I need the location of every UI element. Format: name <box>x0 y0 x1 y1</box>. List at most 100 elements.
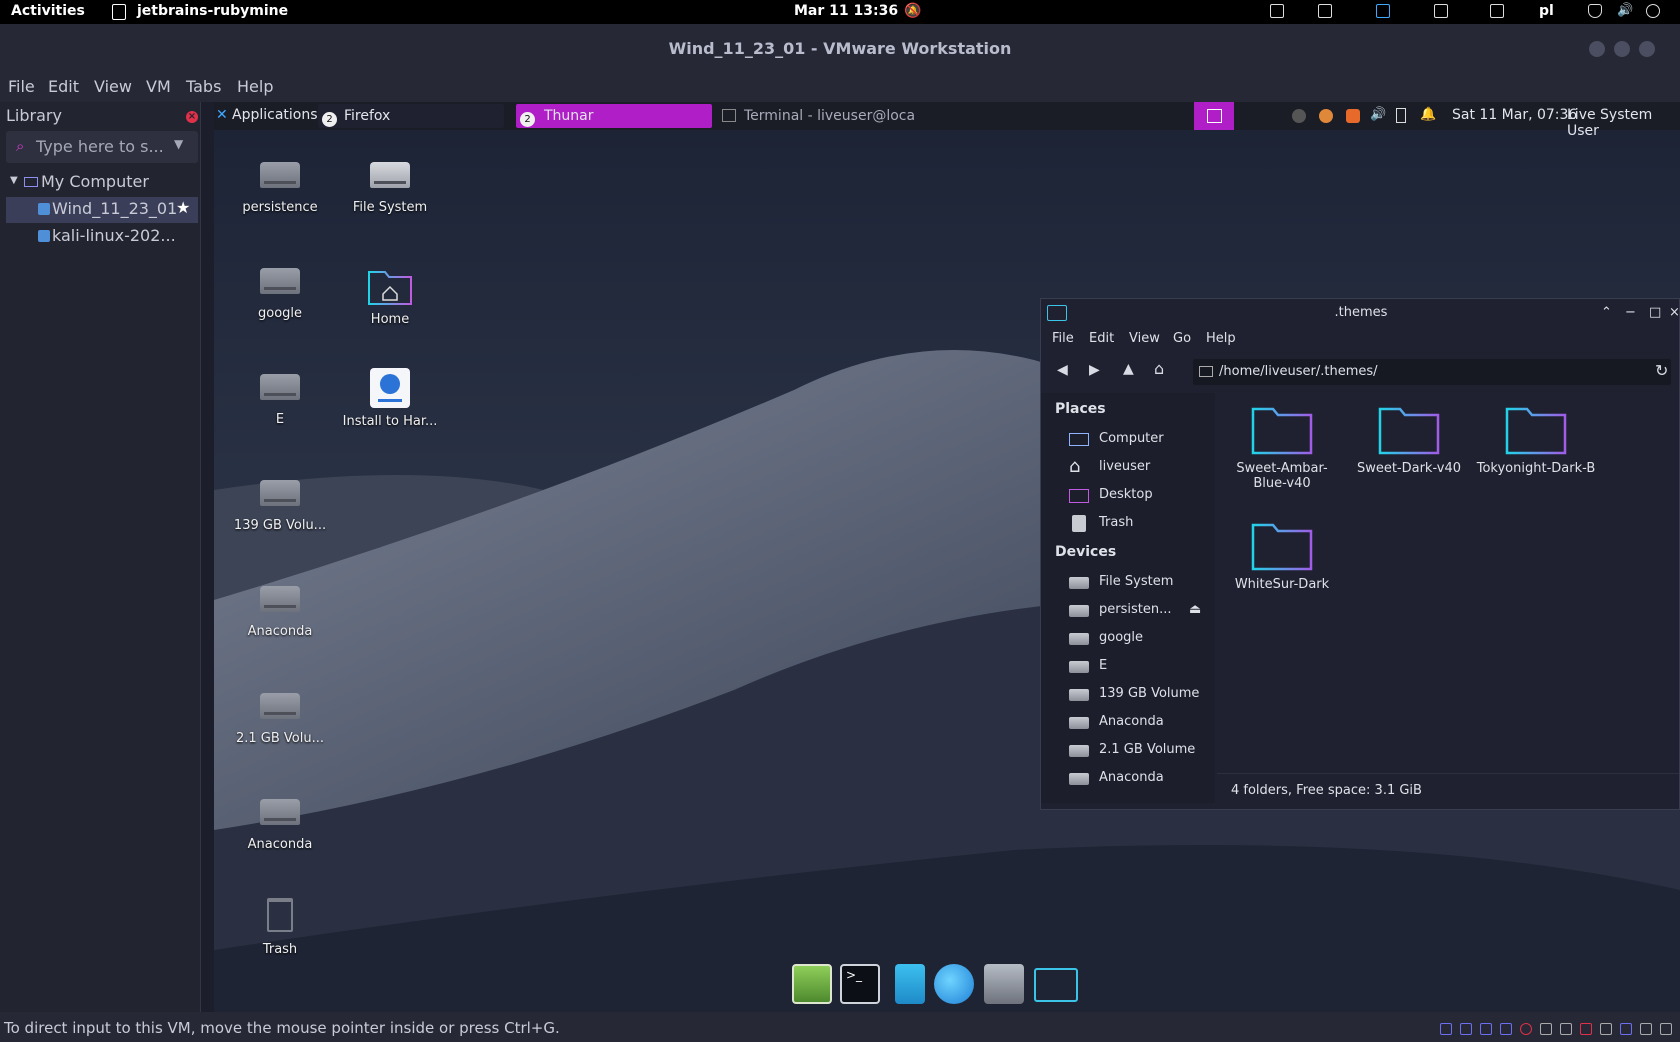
terminal-dock-icon[interactable]: >_ <box>840 964 880 1004</box>
menu-file[interactable]: File <box>1052 331 1074 346</box>
network-icon[interactable] <box>1292 109 1306 123</box>
external-link-icon[interactable] <box>1434 4 1448 18</box>
place-trash[interactable]: Trash <box>1069 511 1213 535</box>
files-indicator-icon[interactable] <box>1270 4 1284 18</box>
menu-file[interactable]: File <box>8 77 35 96</box>
volume-icon[interactable]: 🔊 <box>1617 3 1633 18</box>
device-anaconda[interactable]: Anaconda <box>1069 710 1213 734</box>
clipboard-indicator-icon[interactable] <box>1318 4 1332 18</box>
focused-app-menu[interactable]: jetbrains-rubymine <box>137 3 288 19</box>
taskbar-firefox[interactable]: 2 Firefox <box>318 104 504 128</box>
shade-button[interactable]: ⌃ <box>1601 299 1612 327</box>
keyboard-layout-indicator[interactable]: pl <box>1539 3 1554 19</box>
battery-icon[interactable] <box>1396 108 1406 123</box>
desktop-icon-anaconda-2[interactable]: Anaconda <box>230 799 330 852</box>
device-icon[interactable] <box>1480 1023 1492 1035</box>
menu-go[interactable]: Go <box>1173 331 1191 346</box>
folder-whitesur[interactable]: WhiteSur-Dark <box>1217 521 1347 592</box>
back-icon[interactable]: ◀ <box>1057 362 1068 378</box>
desktop-icon-139gb[interactable]: 139 GB Volu... <box>230 480 330 533</box>
top-bar-clock[interactable]: Mar 11 13:36 <box>794 3 898 19</box>
home-icon[interactable]: ⌂ <box>1154 359 1164 378</box>
device-icon[interactable] <box>1520 1023 1532 1035</box>
menu-tabs[interactable]: Tabs <box>186 77 221 96</box>
place-computer[interactable]: Computer <box>1069 427 1213 451</box>
shield-icon[interactable] <box>1588 4 1602 18</box>
browser-dock-icon[interactable] <box>934 964 974 1004</box>
thunar-title-bar[interactable]: .themes ⌃ − □ × <box>1041 299 1679 327</box>
minimize-button[interactable]: − <box>1625 299 1636 327</box>
device-google[interactable]: google <box>1069 626 1213 650</box>
taskbar-thunar[interactable]: 2 Thunar <box>516 104 712 128</box>
bell-icon[interactable]: 🔔 <box>1420 107 1436 122</box>
star-icon[interactable]: ★ <box>176 198 190 217</box>
menu-edit[interactable]: Edit <box>48 77 79 96</box>
folder-sweet-ambar[interactable]: Sweet-Ambar-Blue-v40 <box>1217 405 1347 491</box>
menu-view[interactable]: View <box>1129 331 1160 346</box>
tree-item-wind-11[interactable]: Wind_11_23_01 ★ <box>6 197 198 223</box>
menu-edit[interactable]: Edit <box>1089 331 1114 346</box>
library-close-icon[interactable]: × <box>186 111 198 123</box>
device-icon[interactable] <box>1660 1023 1672 1035</box>
location-bar[interactable]: /home/liveuser/.themes/ <box>1193 359 1671 385</box>
maximize-button[interactable] <box>1614 41 1630 57</box>
desktop-icon-2gb[interactable]: 2.1 GB Volu... <box>230 693 330 746</box>
device-anaconda-2[interactable]: Anaconda <box>1069 766 1213 790</box>
activities-button[interactable]: Activities <box>11 3 85 19</box>
files-dock-icon[interactable] <box>792 964 832 1004</box>
box-icon[interactable] <box>1346 109 1360 123</box>
menu-help[interactable]: Help <box>1206 331 1236 346</box>
desktop-icon-anaconda[interactable]: Anaconda <box>230 586 330 639</box>
device-icon[interactable] <box>1460 1023 1472 1035</box>
desktop-icon-install[interactable]: Install to Har... <box>340 368 440 429</box>
reload-icon[interactable]: ↻ <box>1655 361 1668 380</box>
tree-item-kali-linux[interactable]: kali-linux-202... <box>6 224 198 250</box>
forward-icon[interactable]: ▶ <box>1089 362 1100 378</box>
minimize-button[interactable] <box>1589 41 1605 57</box>
library-search-input[interactable]: ⌕ Type here to s... ▼ <box>6 131 198 163</box>
terminal-indicator-icon[interactable] <box>1376 4 1390 18</box>
notes-indicator-icon[interactable] <box>1490 4 1504 18</box>
tree-item-my-computer[interactable]: ▼ My Computer <box>6 170 198 196</box>
desktop-icon-home[interactable]: Home <box>340 266 440 327</box>
up-icon[interactable]: ▲ <box>1123 361 1134 377</box>
panel-clock[interactable]: Sat 11 Mar, 07:36 <box>1452 107 1577 123</box>
device-persistence[interactable]: persisten... ⏏ <box>1069 598 1213 622</box>
thunar-file-view[interactable]: Sweet-Ambar-Blue-v40 Sweet-Dark-v40 Toky… <box>1217 393 1679 767</box>
file-manager-dock-icon[interactable] <box>895 964 925 1004</box>
expander-icon[interactable]: ▼ <box>10 175 18 186</box>
maximize-button[interactable]: □ <box>1649 299 1661 327</box>
device-139gb[interactable]: 139 GB Volume <box>1069 682 1213 706</box>
device-file-system[interactable]: File System <box>1069 570 1213 594</box>
volume-icon[interactable]: 🔊 <box>1370 107 1386 122</box>
close-button[interactable]: × <box>1669 299 1679 327</box>
folder-tokyonight[interactable]: Tokyonight-Dark-B <box>1471 405 1601 476</box>
power-icon[interactable] <box>1646 4 1660 18</box>
device-icon[interactable] <box>1580 1023 1592 1035</box>
applications-menu-button[interactable]: Applications <box>232 107 318 123</box>
device-icon[interactable] <box>1600 1023 1612 1035</box>
chevron-down-icon[interactable]: ▼ <box>174 137 183 151</box>
device-icon[interactable] <box>1540 1023 1552 1035</box>
device-icon[interactable] <box>1560 1023 1572 1035</box>
desktop-icon-google[interactable]: google <box>230 268 330 321</box>
updater-icon[interactable] <box>1319 109 1333 123</box>
device-icon[interactable] <box>1500 1023 1512 1035</box>
menu-view[interactable]: View <box>94 77 132 96</box>
eject-icon[interactable]: ⏏ <box>1189 598 1201 622</box>
menu-help[interactable]: Help <box>237 77 273 96</box>
taskbar-terminal[interactable]: Terminal - liveuser@localh... <box>718 104 914 128</box>
device-2gb[interactable]: 2.1 GB Volume <box>1069 738 1213 762</box>
folder-sweet-dark[interactable]: Sweet-Dark-v40 <box>1344 405 1474 476</box>
user-menu[interactable]: Live System User <box>1567 107 1680 139</box>
device-icon[interactable] <box>1620 1023 1632 1035</box>
desktop-icon-e[interactable]: E <box>230 374 330 427</box>
device-e[interactable]: E <box>1069 654 1213 678</box>
place-desktop[interactable]: Desktop <box>1069 483 1213 507</box>
desktop-icon-trash[interactable]: Trash <box>230 898 330 957</box>
device-icon[interactable] <box>1640 1023 1652 1035</box>
search-dock-icon[interactable] <box>984 964 1024 1004</box>
desktop-icon-persistence[interactable]: persistence <box>230 162 330 215</box>
menu-vm[interactable]: VM <box>146 77 171 96</box>
desktop-icon-file-system[interactable]: File System <box>340 162 440 215</box>
